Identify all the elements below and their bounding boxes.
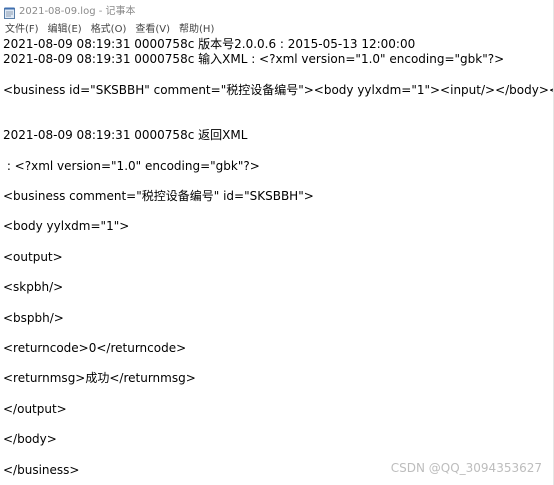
editor-line: <business comment="税控设备编号" id="SKSBBH">: [3, 189, 314, 203]
watermark: CSDN @QQ_3094353627: [390, 461, 542, 475]
editor-line: <body yylxdm="1">: [3, 219, 130, 234]
editor-line: <returnmsg>成功</returnmsg>: [3, 371, 196, 386]
editor-line: <skpbh/>: [3, 280, 64, 295]
notepad-window: 2021-08-09.log - 记事本 文件(F) 编辑(E) 格式(O) 查…: [0, 0, 554, 485]
editor-line: 2021-08-09 08:19:31 0000758c 输入XML : <?x…: [3, 52, 505, 67]
editor-line: </body>: [3, 432, 57, 447]
title-bar[interactable]: 2021-08-09.log - 记事本: [0, 0, 554, 19]
editor-line: 2021-08-09 08:19:31 0000758c 版本号2.0.0.6 …: [3, 37, 416, 51]
editor-line: <output>: [3, 249, 63, 264]
editor-line: <business id="SKSBBH" comment="税控设备编号"><…: [3, 82, 554, 97]
menu-format[interactable]: 格式(O): [87, 20, 131, 35]
notepad-icon: [4, 4, 15, 19]
editor-line: </output>: [3, 401, 67, 416]
editor-line: : <?xml version="1.0" encoding="gbk"?>: [3, 158, 260, 173]
menu-help[interactable]: 帮助(H): [175, 20, 218, 35]
menu-bar: 文件(F) 编辑(E) 格式(O) 查看(V) 帮助(H): [0, 19, 554, 36]
editor-line: </business>: [3, 462, 80, 477]
text-editor[interactable]: CSDN @QQ_3094353627 2021-08-09 08:19:31 …: [0, 36, 554, 485]
window-title: 2021-08-09.log - 记事本: [19, 6, 136, 17]
editor-line: <returncode>0</returncode>: [3, 341, 187, 355]
editor-line: <bspbh/>: [3, 310, 64, 325]
menu-view[interactable]: 查看(V): [131, 20, 174, 35]
editor-line: 2021-08-09 08:19:31 0000758c 返回XML: [3, 128, 248, 143]
menu-file[interactable]: 文件(F): [1, 20, 43, 35]
menu-edit[interactable]: 编辑(E): [44, 20, 86, 35]
